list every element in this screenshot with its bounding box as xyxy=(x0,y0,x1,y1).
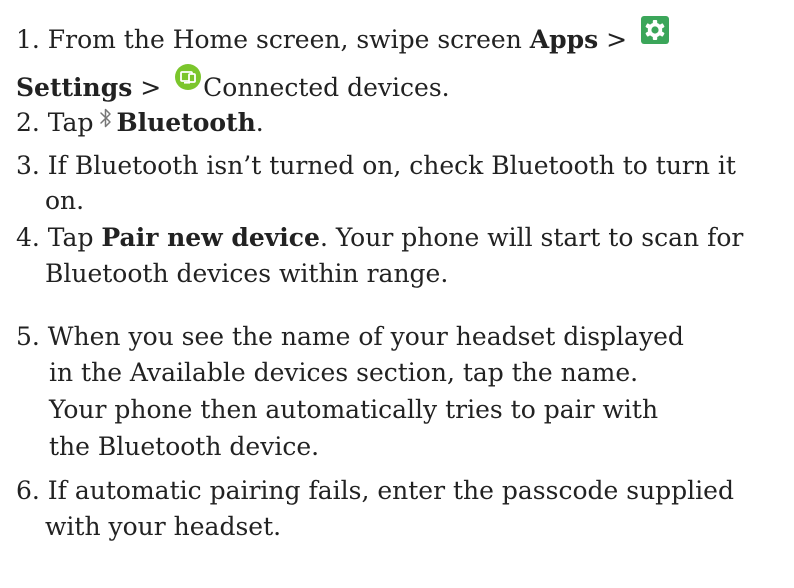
step-3-line-1: 3. If Bluetooth isn’t turned on, check B… xyxy=(16,151,736,180)
connected-devices-label: Connected devices. xyxy=(203,73,450,102)
step-1-line-1: 1. From the Home screen, swipe screen Ap… xyxy=(16,16,670,55)
step-1-line-2: Settings > Connected devices. xyxy=(16,64,450,103)
step-4-line-2: Bluetooth devices within range. xyxy=(45,259,449,288)
step-2-text: 2. Tap xyxy=(16,108,94,137)
connected-devices-icon xyxy=(175,64,202,90)
apps-label: Apps xyxy=(529,25,599,54)
step-1-text: 1. From the Home screen, swipe screen xyxy=(16,25,530,54)
bluetooth-icon xyxy=(99,106,113,130)
step-5-line-1: 5. When you see the name of your headset… xyxy=(16,322,684,351)
step-4-text-2: . Your phone will start to scan for xyxy=(319,223,744,252)
bluetooth-label: Bluetooth xyxy=(116,108,256,137)
step-6-line-2: with your headset. xyxy=(45,512,282,541)
step-1-separator: > xyxy=(598,25,628,54)
step-4-text: 4. Tap xyxy=(16,223,102,252)
settings-gear-icon xyxy=(641,16,670,44)
step-3-line-2: on. xyxy=(45,186,85,215)
step-2-end: . xyxy=(255,108,264,137)
step-5-line-4: the Bluetooth device. xyxy=(49,432,320,461)
step-5-line-2: in the Available devices section, tap th… xyxy=(49,358,639,387)
step-5-line-3: Your phone then automatically tries to p… xyxy=(49,395,659,424)
step-4-line-1: 4. Tap Pair new device. Your phone will … xyxy=(16,223,743,253)
step-1-separator-2: > xyxy=(132,73,170,102)
step-6-line-1: 6. If automatic pairing fails, enter the… xyxy=(16,476,734,505)
settings-label: Settings xyxy=(16,73,133,102)
step-2-line: 2. Tap Bluetooth. xyxy=(16,108,264,138)
pair-new-device-label: Pair new device xyxy=(101,223,320,252)
